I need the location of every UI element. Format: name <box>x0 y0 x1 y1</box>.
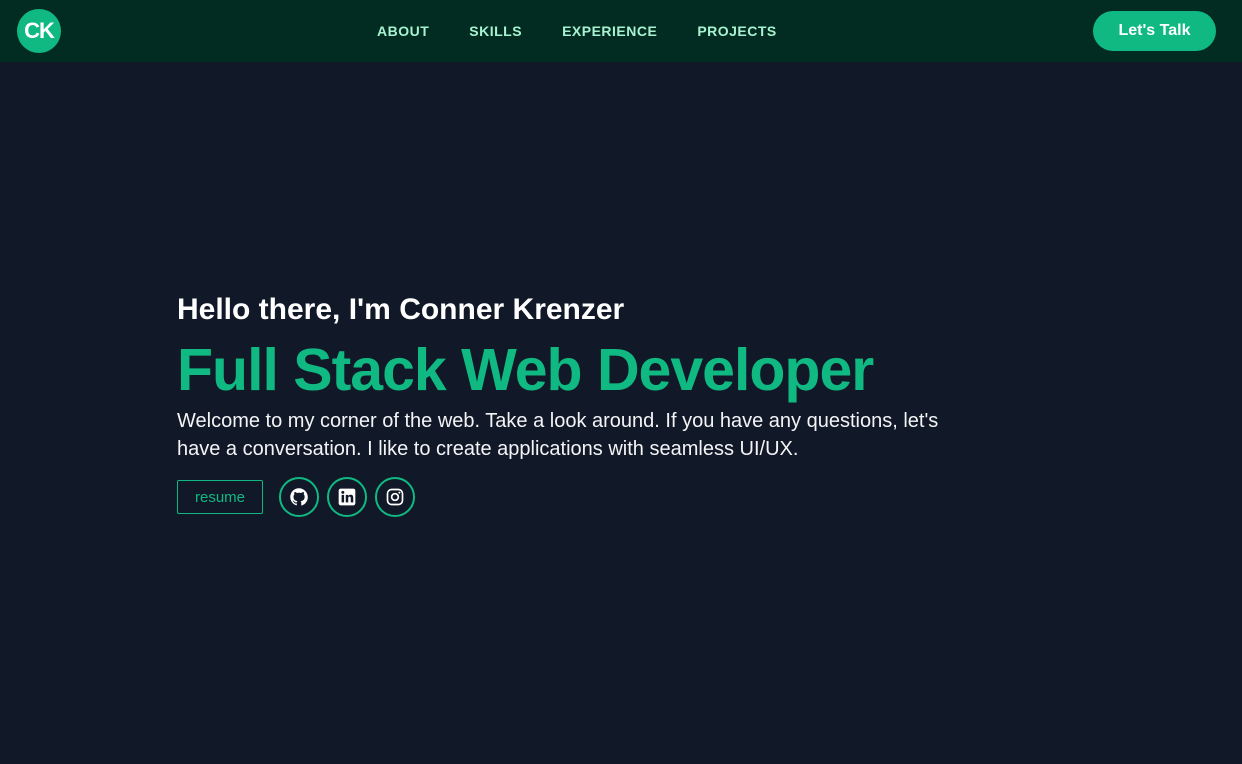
hero-greeting: Hello there, I'm Conner Krenzer <box>177 293 625 326</box>
lets-talk-button[interactable]: Let's Talk <box>1093 11 1216 51</box>
nav-links: ABOUT SKILLS EXPERIENCE PROJECTS <box>377 22 817 40</box>
linkedin-link[interactable] <box>327 477 367 517</box>
github-icon <box>290 488 308 506</box>
nav-link-projects[interactable]: PROJECTS <box>697 22 776 40</box>
instagram-link[interactable] <box>375 477 415 517</box>
resume-button[interactable]: resume <box>177 480 263 514</box>
github-link[interactable] <box>279 477 319 517</box>
hero-actions: resume <box>177 477 1057 517</box>
hero-intro-line-1: Welcome to my corner of the web. Take a … <box>177 410 939 432</box>
social-links <box>279 477 415 517</box>
hero-role-title: Full Stack Web Developer <box>177 337 874 403</box>
nav-link-skills[interactable]: SKILLS <box>469 22 522 40</box>
hero-intro-line-2: have a conversation. I like to create ap… <box>177 438 799 460</box>
hero-intro: Welcome to my corner of the web. Take a … <box>177 407 1057 463</box>
nav-link-experience[interactable]: EXPERIENCE <box>562 22 657 40</box>
linkedin-icon <box>338 488 356 506</box>
logo-button[interactable]: CK <box>17 9 61 53</box>
instagram-icon <box>386 488 404 506</box>
hero-section: Hello there, I'm Conner Krenzer Full Sta… <box>177 292 1057 517</box>
nav-link-about[interactable]: ABOUT <box>377 22 429 40</box>
navbar: CK ABOUT SKILLS EXPERIENCE PROJECTS Let'… <box>0 0 1242 62</box>
logo-text: CK <box>24 18 55 43</box>
